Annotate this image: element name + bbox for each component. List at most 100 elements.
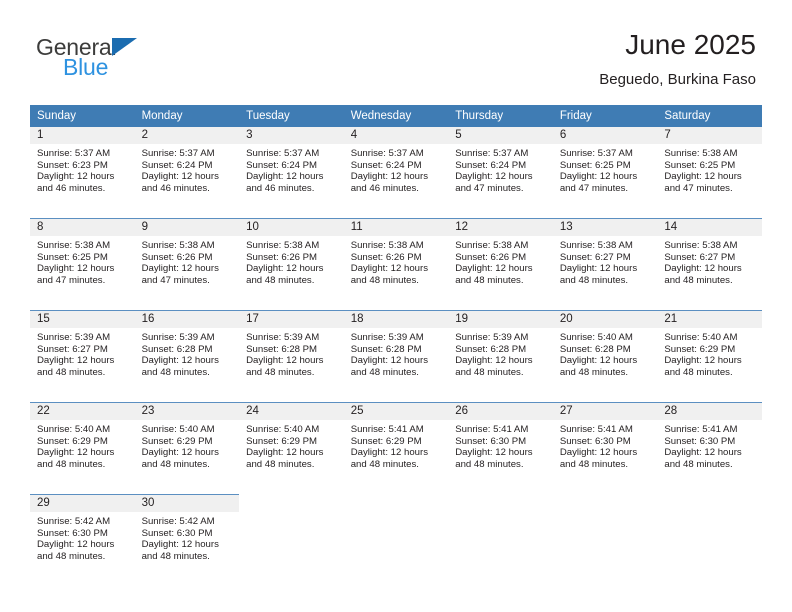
generalblue-logo[interactable]: General Blue: [36, 34, 236, 80]
calendar-cell: 11 Sunrise: 5:38 AM Sunset: 6:26 PM Dayligh…: [343, 218, 449, 301]
calendar-day[interactable]: 16 Sunrise: 5:39 AM Sunset: 6:28 PM Dayligh…: [134, 310, 240, 393]
calendar-cell: 23 Sunrise: 5:40 AM Sunset: 6:29 PM Dayligh…: [134, 402, 240, 485]
day-number: 28: [657, 403, 762, 420]
daylight-text-line2: and 48 minutes.: [350, 366, 419, 378]
day-sun-info: Sunrise: 5:39 AM Sunset: 6:28 PM Daylight:…: [448, 328, 553, 378]
day-number: [553, 495, 658, 512]
daylight-text-line2: and 48 minutes.: [664, 274, 733, 286]
calendar-cell: 4 Sunrise: 5:37 AM Sunset: 6:24 PM Daylight…: [343, 127, 449, 209]
calendar-day[interactable]: 1 Sunrise: 5:37 AM Sunset: 6:23 PM Daylight…: [30, 127, 135, 209]
day-sun-info: Sunrise: 5:40 AM Sunset: 6:29 PM Daylight:…: [239, 420, 344, 470]
daylight-text-line2: and 47 minutes.: [141, 274, 210, 286]
sunrise-text: Sunrise: 5:41 AM: [559, 424, 633, 435]
day-number: 15: [30, 311, 135, 328]
calendar-day[interactable]: 18 Sunrise: 5:39 AM Sunset: 6:28 PM Dayligh…: [343, 310, 449, 393]
calendar-day[interactable]: 27 Sunrise: 5:41 AM Sunset: 6:30 PM Dayligh…: [552, 402, 658, 485]
daylight-text-line1: Daylight: 12 hours: [246, 171, 324, 183]
calendar-day[interactable]: 26 Sunrise: 5:41 AM Sunset: 6:30 PM Dayligh…: [448, 402, 553, 485]
calendar-day[interactable]: 12 Sunrise: 5:38 AM Sunset: 6:26 PM Dayligh…: [448, 218, 553, 301]
calendar-day-empty: [239, 494, 344, 577]
daylight-text-line2: and 47 minutes.: [664, 182, 733, 194]
calendar-day[interactable]: 30 Sunrise: 5:42 AM Sunset: 6:30 PM Dayligh…: [134, 494, 240, 577]
daylight-text-line2: and 47 minutes.: [37, 274, 106, 286]
day-number: 1: [30, 127, 135, 144]
calendar-day[interactable]: 24 Sunrise: 5:40 AM Sunset: 6:29 PM Dayligh…: [239, 402, 344, 485]
sunrise-text: Sunrise: 5:40 AM: [246, 424, 320, 435]
calendar-day-empty: [344, 494, 449, 577]
calendar-cell: 6 Sunrise: 5:37 AM Sunset: 6:25 PM Daylight…: [552, 127, 658, 209]
day-number: 5: [448, 127, 553, 144]
daylight-text-line1: Daylight: 12 hours: [246, 263, 324, 275]
day-number: 7: [657, 127, 762, 144]
day-number: 19: [448, 311, 553, 328]
sunset-text: Sunset: 6:26 PM: [350, 251, 422, 263]
calendar-day[interactable]: 22 Sunrise: 5:40 AM Sunset: 6:29 PM Dayligh…: [30, 402, 135, 485]
day-number: 25: [343, 403, 449, 420]
daylight-text-line1: Daylight: 12 hours: [141, 263, 219, 275]
calendar-cell: 16 Sunrise: 5:39 AM Sunset: 6:28 PM Dayligh…: [134, 310, 240, 393]
calendar-day[interactable]: 14 Sunrise: 5:38 AM Sunset: 6:27 PM Dayligh…: [657, 218, 762, 301]
calendar-day[interactable]: 9 Sunrise: 5:38 AM Sunset: 6:26 PM Daylight…: [134, 218, 240, 301]
week-spacer-cell: [30, 301, 762, 310]
calendar-day[interactable]: 10 Sunrise: 5:38 AM Sunset: 6:26 PM Dayligh…: [239, 218, 344, 301]
day-number: 13: [552, 219, 658, 236]
daylight-text-line1: Daylight: 12 hours: [37, 355, 115, 367]
sunset-text: Sunset: 6:28 PM: [559, 343, 631, 355]
day-number: 4: [343, 127, 449, 144]
calendar-cell: 12 Sunrise: 5:38 AM Sunset: 6:26 PM Dayligh…: [448, 218, 553, 301]
calendar-day[interactable]: 4 Sunrise: 5:37 AM Sunset: 6:24 PM Daylight…: [343, 127, 449, 209]
daylight-text-line2: and 48 minutes.: [246, 458, 315, 470]
calendar-day[interactable]: 21 Sunrise: 5:40 AM Sunset: 6:29 PM Dayligh…: [657, 310, 762, 393]
daylight-text-line1: Daylight: 12 hours: [664, 355, 742, 367]
calendar-cell: [344, 494, 449, 577]
daylight-text-line2: and 48 minutes.: [141, 458, 210, 470]
daylight-text-line2: and 48 minutes.: [37, 366, 106, 378]
sunset-text: Sunset: 6:25 PM: [664, 159, 736, 171]
day-sun-info: Sunrise: 5:38 AM Sunset: 6:25 PM Daylight:…: [657, 144, 762, 194]
day-number: 21: [657, 311, 762, 328]
daylight-text-line2: and 48 minutes.: [246, 366, 315, 378]
calendar-day[interactable]: 5 Sunrise: 5:37 AM Sunset: 6:24 PM Daylight…: [448, 127, 553, 209]
calendar-day[interactable]: 29 Sunrise: 5:42 AM Sunset: 6:30 PM Dayligh…: [30, 494, 135, 577]
sunset-text: Sunset: 6:28 PM: [246, 343, 318, 355]
calendar-day[interactable]: 17 Sunrise: 5:39 AM Sunset: 6:28 PM Dayligh…: [239, 310, 344, 393]
sunrise-text: Sunrise: 5:39 AM: [141, 332, 215, 343]
calendar-day[interactable]: 23 Sunrise: 5:40 AM Sunset: 6:29 PM Dayligh…: [134, 402, 240, 485]
day-sun-info: Sunrise: 5:38 AM Sunset: 6:25 PM Daylight:…: [30, 236, 135, 286]
sunset-text: Sunset: 6:24 PM: [350, 159, 422, 171]
calendar-day[interactable]: 15 Sunrise: 5:39 AM Sunset: 6:27 PM Dayligh…: [30, 310, 135, 393]
calendar-day[interactable]: 25 Sunrise: 5:41 AM Sunset: 6:29 PM Dayligh…: [343, 402, 449, 485]
week-spacer: [30, 485, 762, 494]
day-number: [344, 495, 449, 512]
sunrise-text: Sunrise: 5:40 AM: [141, 424, 215, 435]
calendar-grid: Sunday Monday Tuesday Wednesday Thursday Frid…: [30, 105, 762, 577]
daylight-text-line2: and 47 minutes.: [455, 182, 524, 194]
daylight-text-line1: Daylight: 12 hours: [37, 447, 115, 459]
calendar-day[interactable]: 8 Sunrise: 5:38 AM Sunset: 6:25 PM Daylight…: [30, 218, 135, 301]
daylight-text-line1: Daylight: 12 hours: [455, 171, 533, 183]
calendar-cell: 13 Sunrise: 5:38 AM Sunset: 6:27 PM Dayligh…: [552, 218, 658, 301]
calendar-day[interactable]: 2 Sunrise: 5:37 AM Sunset: 6:24 PM Daylight…: [134, 127, 240, 209]
calendar-day[interactable]: 13 Sunrise: 5:38 AM Sunset: 6:27 PM Dayligh…: [552, 218, 658, 301]
sunrise-text: Sunrise: 5:42 AM: [37, 516, 111, 527]
sunset-text: Sunset: 6:30 PM: [37, 527, 108, 539]
day-sun-info: Sunrise: 5:40 AM Sunset: 6:28 PM Daylight:…: [553, 328, 658, 378]
calendar-day[interactable]: 11 Sunrise: 5:38 AM Sunset: 6:26 PM Dayligh…: [343, 218, 449, 301]
calendar-day[interactable]: 20 Sunrise: 5:40 AM Sunset: 6:28 PM Dayligh…: [552, 310, 658, 393]
calendar-day[interactable]: 7 Sunrise: 5:38 AM Sunset: 6:25 PM Daylight…: [657, 127, 762, 209]
sunrise-text: Sunrise: 5:37 AM: [350, 148, 424, 159]
calendar-day[interactable]: 6 Sunrise: 5:37 AM Sunset: 6:25 PM Daylight…: [552, 127, 658, 209]
sunset-text: Sunset: 6:30 PM: [141, 527, 213, 539]
calendar-day[interactable]: 3 Sunrise: 5:37 AM Sunset: 6:24 PM Daylight…: [239, 127, 344, 209]
calendar-day[interactable]: 28 Sunrise: 5:41 AM Sunset: 6:30 PM Dayligh…: [657, 402, 762, 485]
calendar-cell: 1 Sunrise: 5:37 AM Sunset: 6:23 PM Daylight…: [30, 127, 135, 209]
calendar-cell: [239, 494, 344, 577]
calendar-day[interactable]: 19 Sunrise: 5:39 AM Sunset: 6:28 PM Dayligh…: [448, 310, 553, 393]
daylight-text-line1: Daylight: 12 hours: [246, 355, 324, 367]
week-spacer-cell: [30, 485, 762, 494]
daylight-text-line2: and 48 minutes.: [559, 274, 629, 286]
day-number: 17: [239, 311, 344, 328]
calendar-week-row: 8 Sunrise: 5:38 AM Sunset: 6:25 PM Daylight…: [30, 218, 762, 301]
day-number: 14: [657, 219, 762, 236]
day-sun-info: Sunrise: 5:38 AM Sunset: 6:27 PM Daylight:…: [553, 236, 658, 286]
